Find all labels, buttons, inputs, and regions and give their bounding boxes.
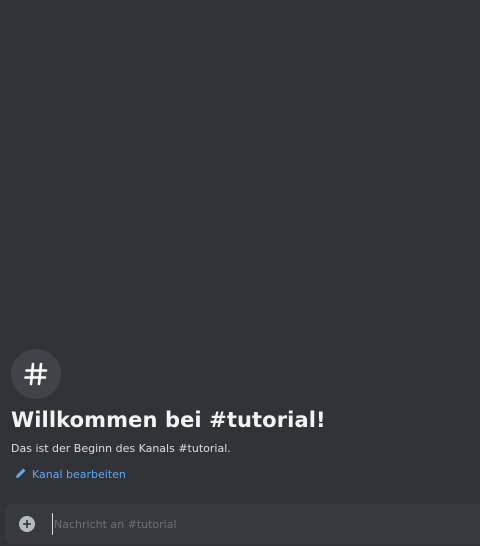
message-composer <box>5 504 480 544</box>
message-input[interactable] <box>52 513 480 535</box>
channel-welcome: Willkommen bei #tutorial! Das ist der Be… <box>11 349 480 483</box>
hash-icon <box>11 349 61 399</box>
welcome-description: Das ist der Beginn des Kanals #tutorial. <box>11 442 231 455</box>
welcome-title: Willkommen bei #tutorial! <box>11 408 326 432</box>
channel-view: Willkommen bei #tutorial! Das ist der Be… <box>0 0 480 546</box>
edit-channel-button[interactable]: Kanal bearbeiten <box>15 467 126 483</box>
edit-channel-label: Kanal bearbeiten <box>32 468 126 481</box>
plus-circle-icon[interactable] <box>19 516 35 532</box>
pencil-icon <box>15 467 27 483</box>
message-list: Willkommen bei #tutorial! Das ist der Be… <box>0 0 480 504</box>
